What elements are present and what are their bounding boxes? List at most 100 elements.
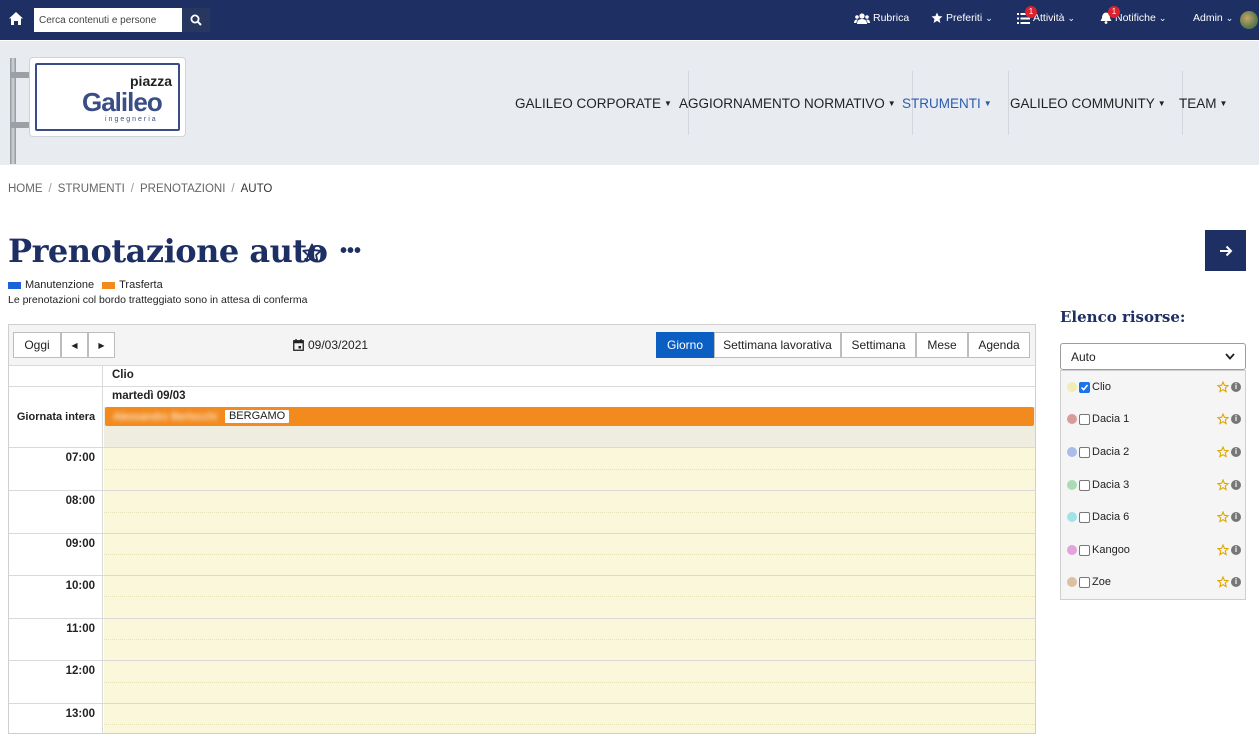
search-input[interactable] [34,8,182,32]
view-settimana[interactable]: Settimana [841,332,916,358]
prev-button[interactable]: ◀ [61,332,88,358]
info-icon[interactable]: i [1231,414,1241,424]
resource-item-dacia-6: Dacia 6 i [1061,507,1245,527]
notifiche-menu[interactable]: 1 Notifiche ⌄ [1100,6,1166,24]
notifiche-badge: 1 [1108,6,1120,18]
breadcrumb-home[interactable]: HOME [8,183,43,195]
star-outline-icon[interactable] [1217,381,1229,393]
info-icon[interactable]: i [1231,577,1241,587]
breadcrumb-separator: / [48,183,52,195]
legend-swatch [102,281,116,289]
breadcrumb-separator: / [231,183,235,195]
legend-label: Trasferta [119,279,163,291]
nav-team[interactable]: TEAM ▼ [1163,71,1243,135]
star-outline-icon[interactable] [1217,544,1229,556]
logo[interactable]: piazza Galileo ingegneria [30,58,185,136]
info-icon[interactable]: i [1231,480,1241,490]
nav-galileo-corporate[interactable]: GALILEO CORPORATE ▼ [499,71,689,135]
time-label: 07:00 [65,452,95,464]
legend-manutenzione: Manutenzione [8,279,94,291]
next-arrow-button[interactable] [1205,230,1246,271]
search-icon [190,14,202,26]
resource-header-row [9,365,1035,386]
star-outline-icon[interactable] [1217,511,1229,523]
users-icon [854,12,870,24]
nav-strumenti[interactable]: STRUMENTI ▼ [886,71,1009,135]
star-outline-icon[interactable] [302,243,322,263]
chevron-down-icon: ⌄ [985,12,993,23]
caret-down-icon: ▼ [983,98,992,108]
resource-name: Dacia 2 [1092,446,1130,458]
resource-checkbox[interactable] [1079,511,1090,523]
rubrica-label: Rubrica [873,12,910,24]
info-icon[interactable]: i [1231,447,1241,457]
half-hour-line [104,596,1035,597]
caret-left-icon: ◀ [71,340,78,350]
view-giorno[interactable]: Giorno [656,332,714,358]
view-settimana-lavorativa[interactable]: Settimana lavorativa [714,332,841,358]
time-label: 08:00 [65,495,95,507]
home-icon[interactable] [8,11,24,27]
resource-color-dot [1067,414,1077,424]
next-button[interactable]: ▶ [88,332,115,358]
breadcrumb-separator: / [130,183,134,195]
today-button[interactable]: Oggi [13,332,61,358]
resource-item-dacia-3: Dacia 3 i [1061,475,1245,495]
booking-event[interactable]: Alessandro Bertocchi BERGAMO [105,407,1034,426]
nav-label: TEAM [1179,95,1217,111]
breadcrumb-prenotazioni[interactable]: PRENOTAZIONI [140,183,225,195]
hour-line [9,575,1035,576]
resource-color-dot [1067,545,1077,555]
half-hour-line [104,554,1035,555]
nav-label: GALILEO CORPORATE [515,95,662,111]
view-agenda[interactable]: Agenda [968,332,1030,358]
pending-note: Le prenotazioni col bordo tratteggiato s… [8,294,308,306]
date-picker[interactable]: 09/03/2021 [293,338,368,352]
info-icon[interactable]: i [1231,512,1241,522]
preferiti-menu[interactable]: Preferiti ⌄ [931,12,993,24]
event-destination: BERGAMO [224,410,290,423]
resource-name: Zoe [1092,576,1111,588]
hour-line [9,660,1035,661]
half-hour-line [104,639,1035,640]
half-hour-line [104,724,1035,725]
logo-clamp [10,72,30,78]
star-outline-icon[interactable] [1217,446,1229,458]
chevron-down-icon: ⌄ [1225,12,1234,23]
resource-checkbox[interactable] [1079,446,1090,458]
resource-name: Dacia 3 [1092,479,1130,491]
nav-galileo-community[interactable]: GALILEO COMMUNITY ▼ [994,71,1183,135]
resource-checkbox[interactable] [1079,576,1090,588]
attivita-menu[interactable]: 1 Attività ⌄ [1017,6,1075,24]
info-icon[interactable]: i [1231,545,1241,555]
resource-type-select[interactable]: Auto [1060,343,1246,370]
resource-checkbox[interactable] [1079,413,1090,425]
star-outline-icon[interactable] [1217,576,1229,588]
search-button[interactable] [182,8,210,32]
hour-line [9,618,1035,619]
time-label: 12:00 [65,665,95,677]
breadcrumb-strumenti[interactable]: STRUMENTI [58,183,125,195]
search-box [34,8,210,32]
more-options-icon[interactable]: ••• [340,241,361,261]
info-icon[interactable]: i [1231,382,1241,392]
resource-color-dot [1067,382,1077,392]
resource-name: Dacia 6 [1092,511,1130,523]
rubrica-link[interactable]: Rubrica [854,12,909,24]
admin-menu[interactable]: Admin ⌄ [1193,12,1233,24]
resource-checkbox[interactable] [1079,479,1090,491]
caret-right-icon: ▶ [98,340,105,350]
logo-galileo: Galileo [82,87,163,117]
top-bar: Rubrica Preferiti ⌄ 1 Attività ⌄ 1 Notif… [0,0,1259,40]
chevron-down-icon [1225,353,1235,360]
view-mese[interactable]: Mese [916,332,968,358]
resource-checkbox[interactable] [1079,544,1090,556]
logo-ingegneria: ingegneria [105,116,158,123]
time-label: 10:00 [65,580,95,592]
star-outline-icon[interactable] [1217,479,1229,491]
avatar[interactable] [1240,11,1258,29]
nav-aggiornamento-normativo[interactable]: AGGIORNAMENTO NORMATIVO ▼ [663,71,913,135]
resource-item-clio: Clio i [1061,377,1245,397]
star-outline-icon[interactable] [1217,413,1229,425]
resource-checkbox[interactable] [1079,381,1090,393]
